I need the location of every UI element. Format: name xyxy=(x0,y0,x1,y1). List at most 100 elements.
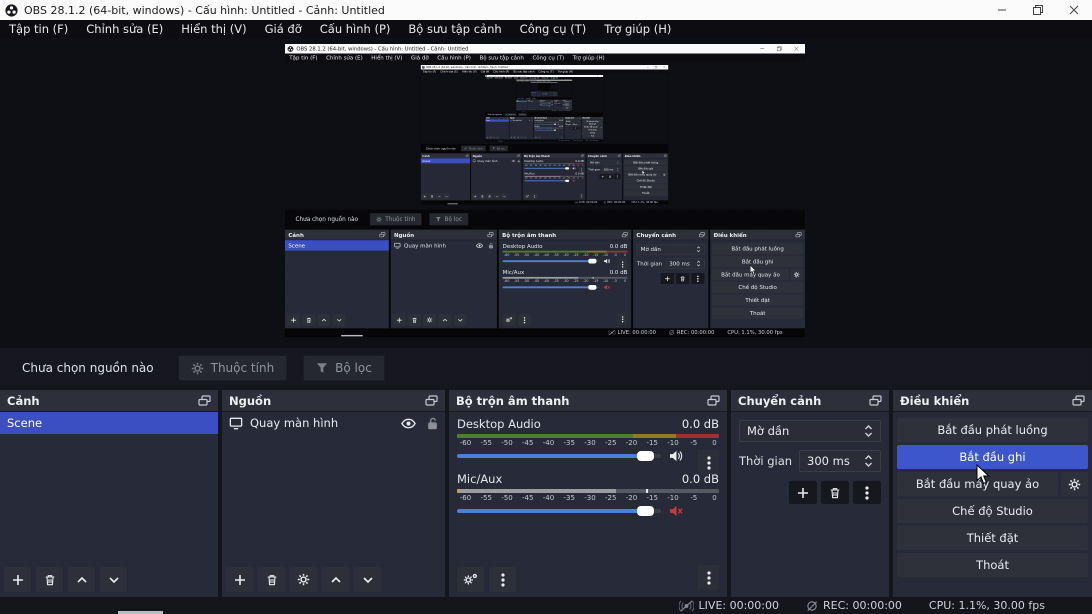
controls-body: Bắt đầu phát luồng Bắt đầu ghi Bắt đầu m… xyxy=(710,240,805,328)
volume-slider-handle[interactable] xyxy=(637,506,654,516)
minimize-button[interactable] xyxy=(984,0,1020,20)
close-button[interactable] xyxy=(1056,0,1092,20)
remove-scene-button xyxy=(532,96,533,97)
transition-menu-button[interactable] xyxy=(853,481,881,504)
source-list-item[interactable]: Quay màn hình xyxy=(222,412,445,434)
popout-icon xyxy=(795,232,801,237)
display-capture-icon xyxy=(229,417,243,430)
menu-item-5[interactable]: Cấu hình (P) xyxy=(311,20,400,38)
scenes-list: Scene xyxy=(0,412,218,597)
sources-title: Nguồn xyxy=(510,117,515,119)
db-tick: -35 xyxy=(546,122,548,123)
volume-slider-handle[interactable] xyxy=(637,451,654,461)
menu-item-1: Tập tin (F) xyxy=(485,77,493,79)
unlock-icon[interactable] xyxy=(427,417,438,430)
popout-icon[interactable] xyxy=(707,395,720,406)
db-tick: -35 xyxy=(548,177,552,179)
mouse-cursor xyxy=(591,125,593,127)
db-tick: -15 xyxy=(567,164,571,166)
source-up-button[interactable] xyxy=(322,567,349,592)
controls-body: Bắt đầu phát luồng Bắt đầu ghi Bắt đầu m… xyxy=(562,101,572,111)
scene-up-button[interactable] xyxy=(68,567,95,592)
menubar: Tập tin (F)Chỉnh sửa (E)Hiển thị (V)Giá … xyxy=(421,69,669,73)
volume-slider[interactable] xyxy=(457,454,661,458)
exit-button[interactable]: Thoát xyxy=(897,553,1088,577)
db-tick: -5 xyxy=(685,439,702,447)
popout-icon[interactable] xyxy=(869,395,882,406)
remove-source-button xyxy=(513,136,516,139)
sources-dock: Nguồn Quay màn hình xyxy=(471,153,522,200)
speaker-icon[interactable] xyxy=(669,450,683,462)
db-tick: -5 xyxy=(611,253,619,257)
popout-icon[interactable] xyxy=(425,395,438,406)
advanced-audio-button xyxy=(503,314,516,326)
settings-button[interactable]: Thiết đặt xyxy=(897,526,1088,550)
add-source-button[interactable] xyxy=(226,567,253,592)
taskbar-peek xyxy=(341,335,362,336)
transition-select[interactable]: Mờ dần xyxy=(739,420,881,442)
close-button xyxy=(599,75,603,77)
source-up-button xyxy=(438,314,451,326)
remove-transition-button[interactable] xyxy=(821,481,849,504)
visibility-eye-icon[interactable] xyxy=(401,418,416,429)
duration-spinbox[interactable]: 300 ms xyxy=(799,450,881,472)
db-tick: -55 xyxy=(537,128,539,129)
start-virtual-camera-button: Bắt đầu máy quay ảo xyxy=(712,269,789,280)
filters-button: Bộ lọc xyxy=(538,91,540,92)
db-tick: -55 xyxy=(529,164,533,166)
scene-up-button xyxy=(436,194,442,200)
display-capture-icon xyxy=(528,101,529,102)
menu-item-4[interactable]: Giá đỡ xyxy=(256,20,311,38)
trash-icon xyxy=(490,137,491,138)
mixer-body: Desktop Audio 0.0 dB -60-55-50-45-40-35-… xyxy=(534,119,564,139)
start-streaming-button[interactable]: Bắt đầu phát luồng xyxy=(897,418,1088,442)
remove-scene-button[interactable] xyxy=(36,567,63,592)
restore-button[interactable] xyxy=(1020,0,1056,20)
add-transition-button[interactable] xyxy=(789,481,817,504)
speaker-muted-icon[interactable] xyxy=(669,505,683,517)
channel-level: 0.0 dB xyxy=(559,126,563,128)
scenes-list: Scene xyxy=(516,101,527,111)
scene-list-item[interactable]: Scene xyxy=(0,412,218,434)
remove-source-button[interactable] xyxy=(258,567,285,592)
menu-item-1[interactable]: Tập tin (F) xyxy=(0,20,77,38)
source-properties-button[interactable] xyxy=(290,567,317,592)
advanced-audio-button xyxy=(535,136,538,139)
db-tick: -20 xyxy=(553,122,555,123)
menu-item-2[interactable]: Chỉnh sửa (E) xyxy=(77,20,172,38)
start-recording-button[interactable]: Bắt đầu ghi xyxy=(897,445,1088,469)
sources-list: Quay màn hình xyxy=(536,92,541,97)
advanced-audio-button[interactable] xyxy=(457,567,484,592)
menu-item-8[interactable]: Trợ giúp (H) xyxy=(595,20,680,38)
menu-item-7[interactable]: Công cụ (T) xyxy=(511,20,596,38)
menu-item-3[interactable]: Hiển thị (V) xyxy=(172,20,255,38)
menu-item-6[interactable]: Bộ sưu tập cảnh xyxy=(399,20,510,38)
mixer-dock-header: Bộ trộn âm thanh xyxy=(539,100,553,101)
properties-button[interactable]: Thuộc tính xyxy=(178,355,288,381)
filter-icon xyxy=(492,147,495,150)
spinner-chevrons-icon xyxy=(617,168,619,171)
virtual-camera-settings-button[interactable] xyxy=(1061,472,1088,496)
sources-list: Quay màn hình xyxy=(222,412,445,597)
preview-canvas[interactable]: OBS 28.1.2 (64-bit, windows) - Cấu hình:… xyxy=(285,44,805,337)
scene-down-button[interactable] xyxy=(100,567,127,592)
transition-select: Mờ dần xyxy=(565,120,580,122)
popout-icon[interactable] xyxy=(198,395,211,406)
menubar: Tập tin (F)Chỉnh sửa (E)Hiển thị (V)Giá … xyxy=(485,77,603,79)
db-tick: 0 xyxy=(581,164,585,166)
scene-up-button xyxy=(532,96,533,97)
add-scene-button[interactable] xyxy=(4,567,31,592)
popout-icon xyxy=(487,232,493,237)
channel-menu-button[interactable] xyxy=(698,565,719,590)
workspace: OBS 28.1.2 (64-bit, windows) - Cấu hình:… xyxy=(421,74,669,144)
volume-slider[interactable] xyxy=(457,509,661,513)
source-down-button[interactable] xyxy=(354,567,381,592)
filters-button[interactable]: Bộ lọc xyxy=(303,355,385,381)
mixer-menu-button[interactable] xyxy=(489,567,516,592)
popout-icon[interactable] xyxy=(1072,395,1085,406)
unlock-icon xyxy=(518,159,520,162)
virtual-camera-settings-button xyxy=(557,94,558,95)
studio-mode-button[interactable]: Chế độ Studio xyxy=(897,499,1088,523)
db-tick: -55 xyxy=(513,279,521,283)
advanced-audio-button xyxy=(540,109,541,110)
